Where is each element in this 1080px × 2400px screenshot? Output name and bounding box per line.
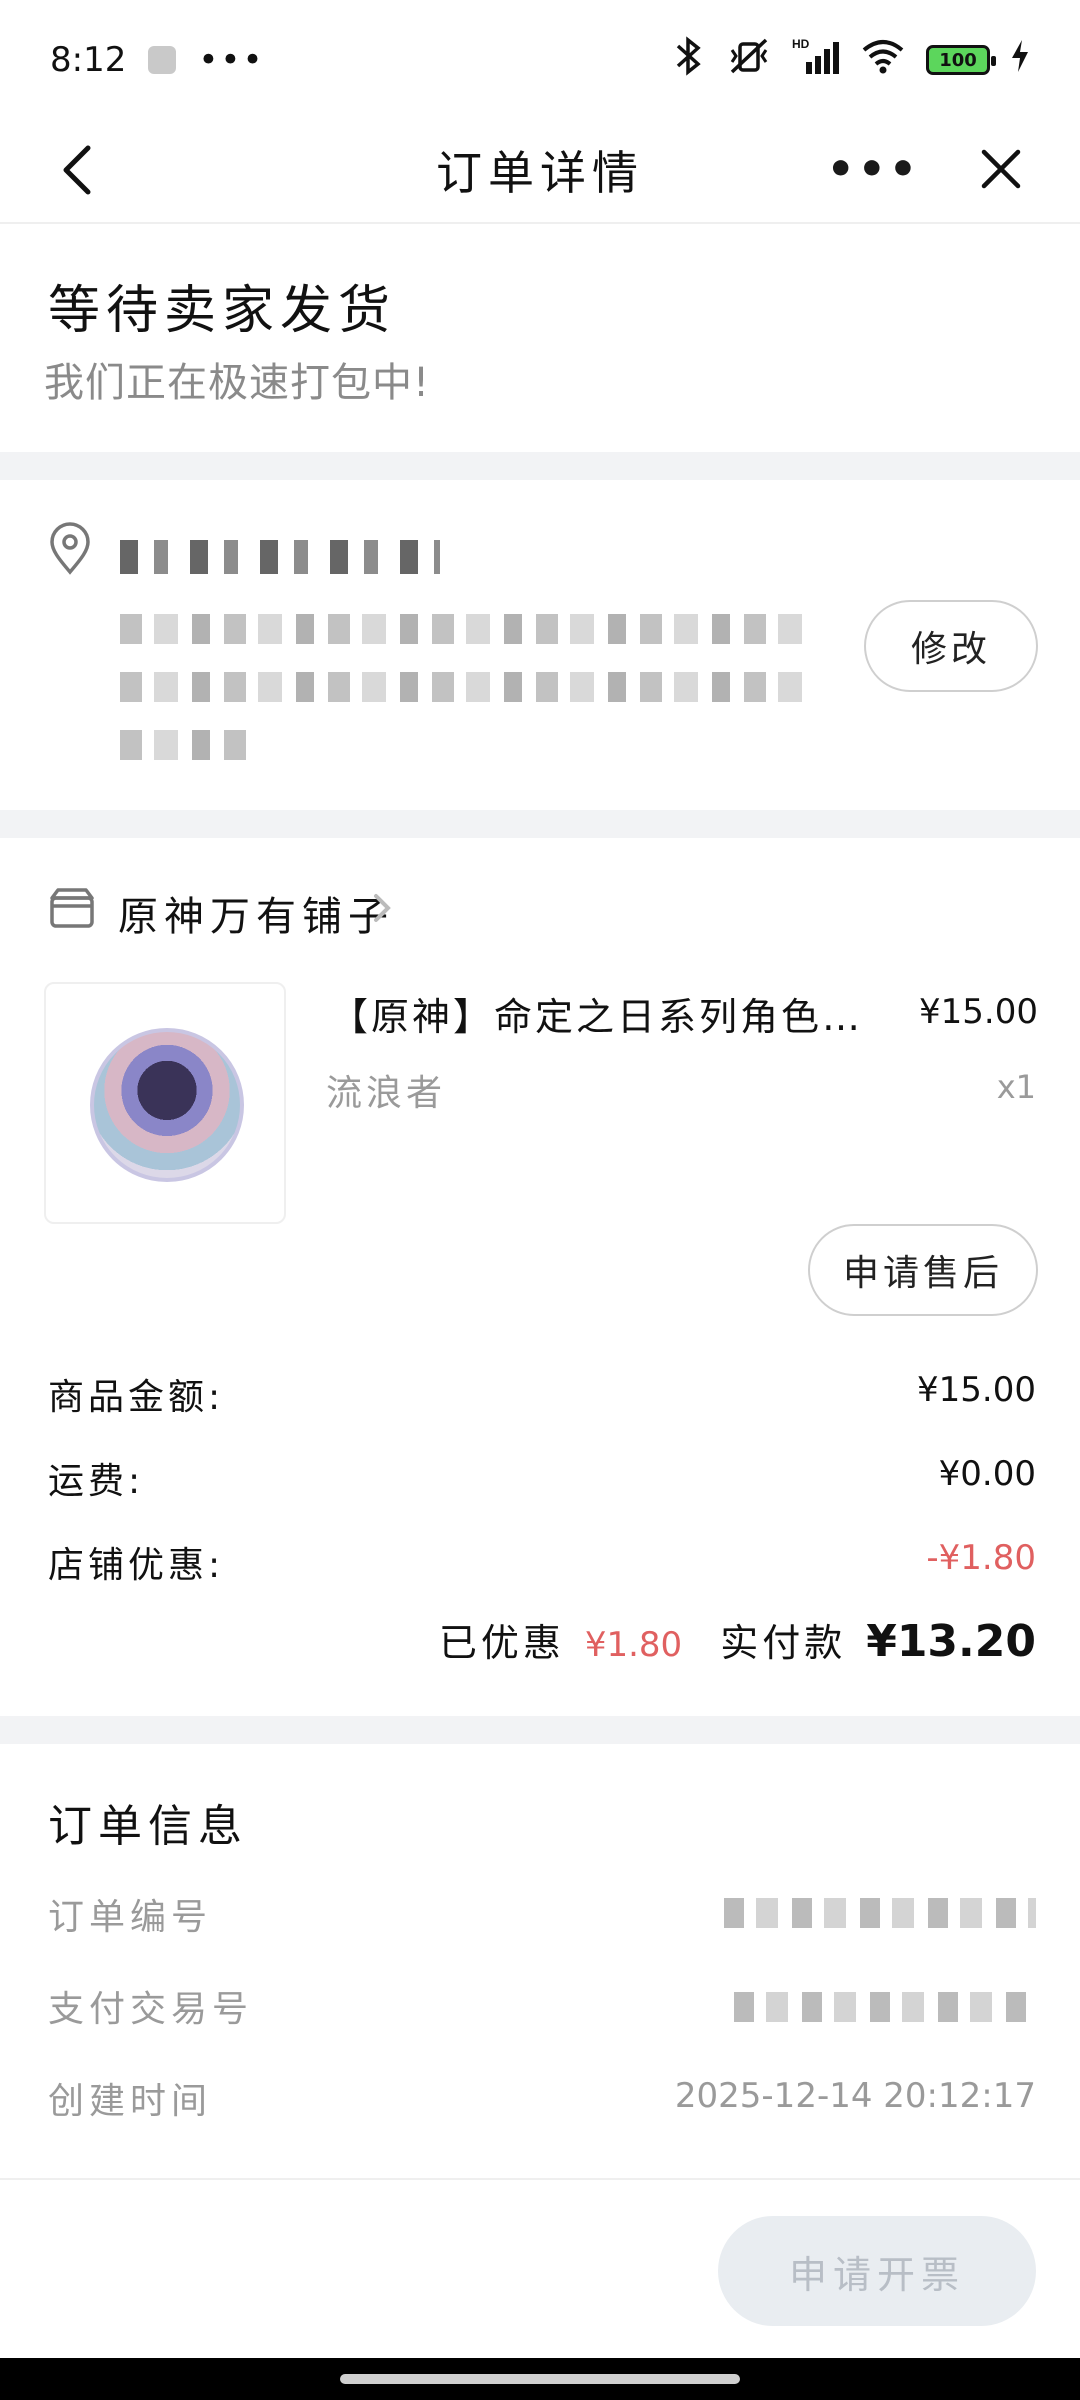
shipping-label: 运费:: [48, 1461, 145, 1502]
saved-label: 已优惠: [438, 1621, 565, 1665]
address-line-blurred: [120, 730, 250, 760]
badge-artwork: [90, 1028, 244, 1182]
trade-number-label: 支付交易号: [48, 1989, 254, 2030]
close-icon[interactable]: [976, 144, 1026, 194]
goods-amount-label: 商品金额:: [48, 1377, 225, 1418]
svg-text:HD: HD: [792, 37, 810, 51]
edit-address-button[interactable]: 修改: [864, 600, 1038, 692]
product-variant: 流浪者: [326, 1073, 447, 1114]
saved-value: ¥1.80: [584, 1625, 683, 1665]
store-icon: [48, 886, 96, 930]
clock: 8:12: [50, 40, 127, 80]
total-row: 已优惠 ¥1.80 实付款 ¥13.20: [439, 1612, 1036, 1667]
bottom-action-bar: 申请开票: [0, 2178, 1080, 2358]
order-number-blurred[interactable]: [724, 1898, 1036, 1928]
order-info-title: 订单信息: [48, 1801, 248, 1852]
shop-discount-value: -¥1.80: [926, 1538, 1036, 1578]
more-options-icon[interactable]: •••: [827, 144, 920, 195]
section-separator: [0, 810, 1080, 838]
product-quantity: x1: [996, 1068, 1036, 1106]
vibrate-off-icon: [726, 36, 772, 84]
bluetooth-icon: [672, 36, 706, 84]
paid-value: ¥13.20: [866, 1616, 1036, 1667]
address-line-blurred: [120, 672, 810, 702]
recipient-name-blurred: [120, 540, 440, 574]
product-title[interactable]: 【原神】命定之日系列角色…: [330, 986, 863, 1041]
goods-amount-value: ¥15.00: [917, 1370, 1036, 1410]
section-separator: [0, 1716, 1080, 1744]
header-divider: [0, 222, 1080, 224]
status-bar: 8:12 ••• HD 100: [0, 0, 1080, 120]
back-icon[interactable]: [52, 138, 112, 202]
page-title: 订单详情: [436, 146, 644, 200]
address-line-blurred: [120, 614, 810, 644]
charging-icon: [1010, 38, 1030, 82]
product-price: ¥15.00: [919, 992, 1038, 1032]
section-separator: [0, 452, 1080, 480]
order-number-label: 订单编号: [48, 1897, 213, 1938]
product-image[interactable]: [44, 982, 286, 1224]
created-time-value: 2025-12-14 20:12:17: [674, 2076, 1036, 2116]
more-notifications-icon: •••: [198, 40, 265, 80]
status-right: HD 100: [672, 36, 1030, 84]
created-time-label: 创建时间: [48, 2081, 213, 2122]
chevron-right-icon[interactable]: [370, 890, 394, 926]
shipping-value: ¥0.00: [938, 1454, 1036, 1494]
shop-discount-label: 店铺优惠:: [48, 1545, 225, 1586]
battery-icon: 100: [926, 45, 996, 75]
wifi-icon: [860, 36, 906, 84]
header-bar: 订单详情 •••: [0, 120, 1080, 220]
request-invoice-button[interactable]: 申请开票: [718, 2216, 1036, 2326]
trade-number-blurred[interactable]: [734, 1992, 1036, 2022]
notification-icon: [148, 46, 177, 74]
system-nav-bar: [0, 2358, 1080, 2400]
signal-icon: HD: [792, 36, 840, 84]
order-status-title: 等待卖家发货: [48, 281, 397, 341]
home-indicator[interactable]: [340, 2374, 740, 2384]
location-pin-icon: [48, 522, 92, 576]
paid-label: 实付款: [720, 1621, 847, 1665]
after-sale-button[interactable]: 申请售后: [808, 1224, 1038, 1316]
order-status-subtitle: 我们正在极速打包中!: [44, 360, 431, 406]
shop-name[interactable]: 原神万有铺子: [118, 884, 394, 942]
status-left: 8:12 •••: [50, 40, 265, 80]
